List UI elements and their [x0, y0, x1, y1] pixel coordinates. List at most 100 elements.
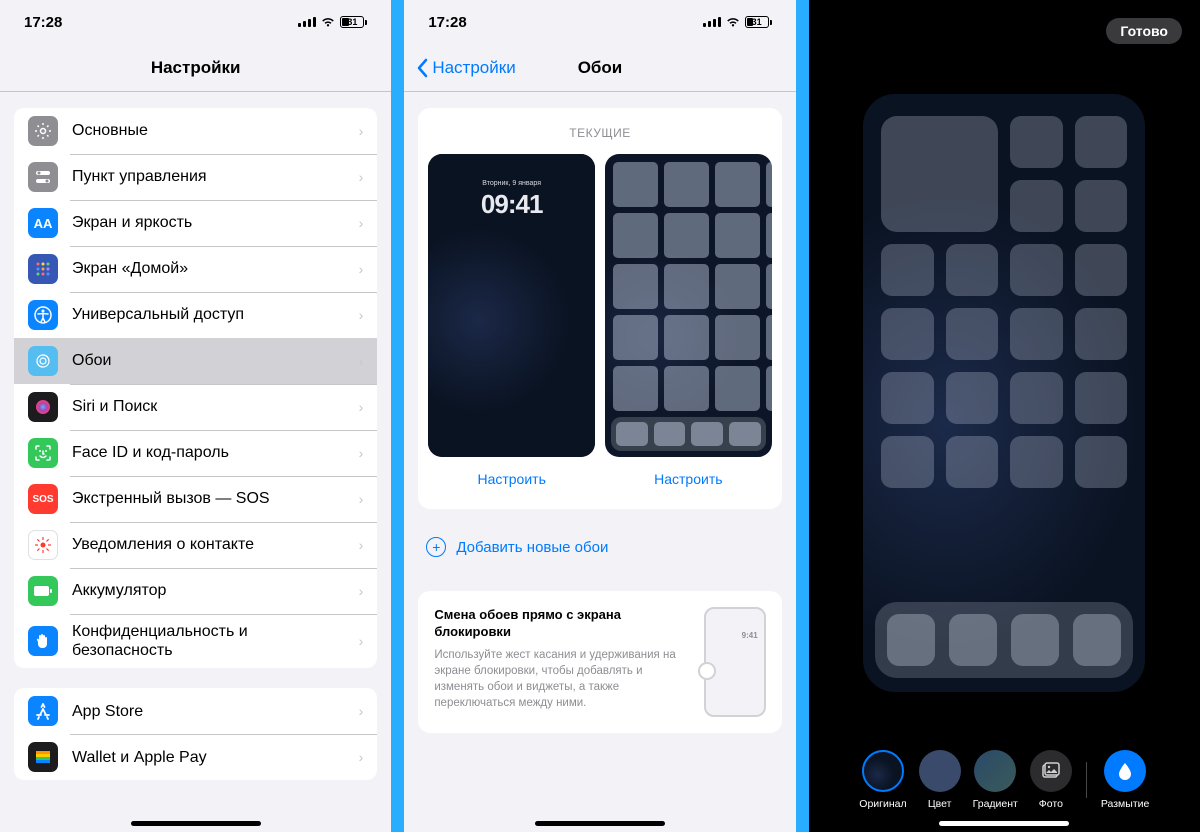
original-icon	[862, 750, 904, 792]
wifi-icon	[725, 16, 741, 28]
settings-row-label: Обои	[72, 351, 345, 370]
battery-icon: 31	[745, 16, 772, 28]
settings-row-gear[interactable]: Основные ›	[14, 108, 377, 154]
settings-screen: 17:28 31 Настройки Основные›Пункт управл…	[0, 0, 391, 832]
chevron-right-icon: ›	[359, 215, 364, 231]
wallpaper-icon	[28, 346, 58, 376]
wifi-icon	[320, 16, 336, 28]
toolbar-separator	[1086, 762, 1087, 798]
info-card: Смена обоев прямо с экрана блокировки Ис…	[418, 591, 781, 733]
blur-icon	[1104, 750, 1146, 792]
chevron-right-icon: ›	[359, 169, 364, 185]
hand-icon	[28, 626, 58, 656]
cellular-icon	[298, 17, 316, 27]
battery-icon: 31	[340, 16, 367, 28]
toolbar-gradient-button[interactable]: Градиент	[973, 750, 1018, 810]
back-button[interactable]: Настройки	[416, 58, 515, 78]
customize-lock-button[interactable]: Настроить	[459, 467, 563, 491]
settings-row-wallpaper[interactable]: Обои ›	[14, 338, 377, 384]
done-button[interactable]: Готово	[1106, 18, 1182, 44]
chevron-right-icon: ›	[359, 445, 364, 461]
toolbar-photo-button[interactable]: Фото	[1030, 750, 1072, 810]
toolbar-color-button[interactable]: Цвет	[919, 750, 961, 810]
plus-circle-icon: +	[426, 537, 446, 557]
wallpaper-editor-screen: Готово Оригинал Цвет Градиент	[809, 0, 1200, 832]
settings-row-exposure[interactable]: Уведомления о контакте›	[14, 522, 377, 568]
wallpaper-screen: 17:28 31 Настройки Обои ТЕКУЩИЕ Вторник,	[404, 0, 795, 832]
settings-row-label: Конфиденциальность и безопасность	[72, 622, 345, 660]
settings-row-label: Пункт управления	[72, 167, 345, 186]
settings-row-label: Siri и Поиск	[72, 397, 345, 416]
chevron-left-icon	[416, 58, 428, 78]
AA-icon: AA	[28, 208, 58, 238]
lock-time: 09:41	[428, 189, 595, 220]
exposure-icon	[28, 530, 58, 560]
settings-row-label: Wallet и Apple Pay	[72, 748, 345, 767]
gradient-icon	[974, 750, 1016, 792]
section-label: ТЕКУЩИЕ	[428, 118, 771, 154]
info-illustration	[704, 607, 766, 717]
faceid-icon	[28, 438, 58, 468]
settings-row-hand[interactable]: Конфиденциальность и безопасность›	[14, 614, 377, 668]
home-indicator[interactable]	[131, 821, 261, 826]
chevron-right-icon: ›	[359, 307, 364, 323]
settings-row-battery[interactable]: Аккумулятор›	[14, 568, 377, 614]
battery-icon	[28, 576, 58, 606]
home-indicator[interactable]	[939, 821, 1069, 826]
settings-row-label: Уведомления о контакте	[72, 535, 345, 554]
toolbar-original-button[interactable]: Оригинал	[859, 750, 906, 810]
status-indicators: 31	[703, 16, 772, 28]
widget-placeholder	[881, 116, 998, 232]
photo-icon	[1030, 750, 1072, 792]
chevron-right-icon: ›	[359, 703, 364, 719]
grid-icon	[28, 254, 58, 284]
status-bar: 17:28 31	[0, 0, 391, 44]
settings-row-label: Экран и яркость	[72, 213, 345, 232]
settings-group: Основные › Пункт управления › AA Экран и ярко…	[14, 108, 377, 668]
page-title: Настройки	[151, 58, 241, 78]
current-wallpaper-card: ТЕКУЩИЕ Вторник, 9 января 09:41 Настроит…	[418, 108, 781, 509]
chevron-right-icon: ›	[359, 749, 364, 765]
chevron-right-icon: ›	[359, 491, 364, 507]
toolbar-blur-button[interactable]: Размытие	[1101, 750, 1149, 810]
settings-row-switches[interactable]: Пункт управления ›	[14, 154, 377, 200]
home-indicator[interactable]	[535, 821, 665, 826]
nav-header: Настройки	[0, 44, 391, 92]
homescreen-preview[interactable]	[605, 154, 772, 457]
settings-row-wallet[interactable]: Wallet и Apple Pay ›	[14, 734, 377, 780]
lockscreen-preview[interactable]: Вторник, 9 января 09:41	[428, 154, 595, 457]
settings-row-label: App Store	[72, 702, 345, 721]
settings-content[interactable]: Основные › Пункт управления › AA Экран и ярко…	[0, 92, 391, 832]
wallpaper-toolbar: Оригинал Цвет Градиент Фото Размытие	[809, 750, 1200, 810]
settings-row-sos[interactable]: SOS Экстренный вызов — SOS ›	[14, 476, 377, 522]
wallpaper-content[interactable]: ТЕКУЩИЕ Вторник, 9 января 09:41 Настроит…	[404, 92, 795, 832]
status-time: 17:28	[428, 14, 466, 31]
settings-row-label: Face ID и код-пароль	[72, 443, 345, 462]
chevron-right-icon: ›	[359, 583, 364, 599]
wallet-icon	[28, 742, 58, 772]
settings-row-appstore[interactable]: App Store ›	[14, 688, 377, 734]
settings-row-label: Основные	[72, 121, 345, 140]
color-icon	[919, 750, 961, 792]
settings-row-accessibility[interactable]: Универсальный доступ›	[14, 292, 377, 338]
chevron-right-icon: ›	[359, 353, 364, 369]
customize-home-button[interactable]: Настроить	[636, 467, 740, 491]
status-bar: 17:28 31	[404, 0, 795, 44]
settings-row-faceid[interactable]: Face ID и код-пароль ›	[14, 430, 377, 476]
sos-icon: SOS	[28, 484, 58, 514]
lock-date: Вторник, 9 января	[428, 180, 595, 187]
add-wallpaper-label: Добавить новые обои	[456, 539, 608, 556]
settings-group: App Store › Wallet и Apple Pay ›	[14, 688, 377, 780]
gear-icon	[28, 116, 58, 146]
add-wallpaper-button[interactable]: + Добавить новые обои	[418, 523, 781, 571]
chevron-right-icon: ›	[359, 123, 364, 139]
settings-row-grid[interactable]: Экран «Домой»›	[14, 246, 377, 292]
settings-row-siri[interactable]: Siri и Поиск›	[14, 384, 377, 430]
info-title: Смена обоев прямо с экрана блокировки	[434, 607, 689, 641]
status-indicators: 31	[298, 16, 367, 28]
settings-row-label: Экстренный вызов — SOS	[72, 489, 345, 508]
page-title: Обои	[578, 58, 623, 78]
info-description: Используйте жест касания и удерживания н…	[434, 647, 689, 711]
settings-row-AA[interactable]: AA Экран и яркость ›	[14, 200, 377, 246]
homescreen-large-preview[interactable]	[863, 94, 1145, 692]
